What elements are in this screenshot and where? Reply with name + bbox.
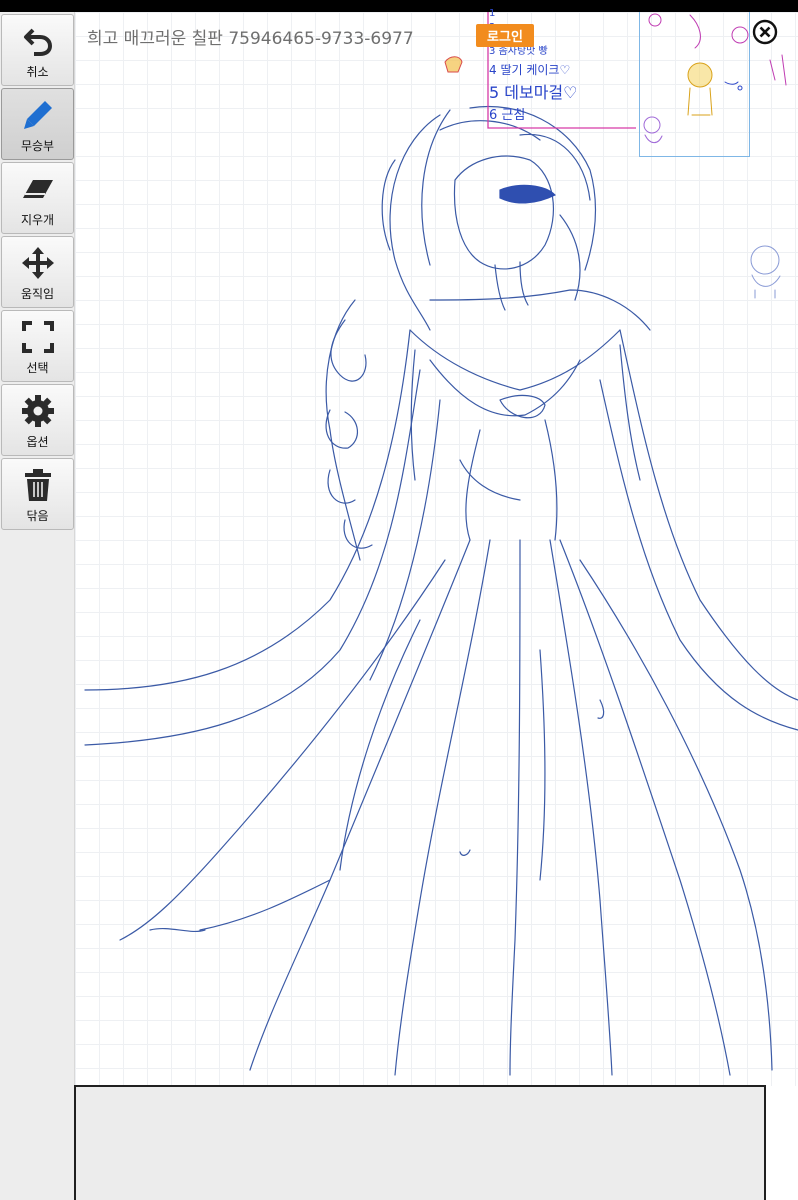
gear-icon <box>19 393 57 429</box>
clear-button[interactable]: 닦음 <box>1 458 74 530</box>
eraser-icon <box>19 171 57 207</box>
pencil-button[interactable]: 무승부 <box>1 88 74 160</box>
status-bar <box>0 0 798 12</box>
note-line: 1 <box>489 8 496 19</box>
tool-sidebar: 취소 무승부 지우개 움직임 선택 옵션 닦음 <box>0 12 75 1200</box>
sketch-drawing <box>84 13 798 1076</box>
note-line: 5 데보마걸♡ <box>489 83 578 102</box>
select-icon <box>19 319 57 355</box>
close-icon <box>752 19 778 45</box>
pencil-icon <box>19 97 57 133</box>
tool-label: 선택 <box>26 361 49 375</box>
tool-label: 지우개 <box>20 213 55 227</box>
eraser-button[interactable]: 지우개 <box>1 162 74 234</box>
move-icon <box>19 245 57 281</box>
bottom-panel <box>74 1085 766 1200</box>
select-button[interactable]: 선택 <box>1 310 74 382</box>
tool-label: 움직임 <box>20 287 55 301</box>
close-button[interactable] <box>752 19 778 45</box>
note-line: 6 근침 <box>489 108 526 123</box>
drawing-canvas[interactable] <box>75 12 798 1086</box>
tool-label: 무승부 <box>20 139 55 153</box>
login-button[interactable]: 로그인 <box>476 24 534 47</box>
move-button[interactable]: 움직임 <box>1 236 74 308</box>
tool-label: 취소 <box>26 65 49 79</box>
trash-icon <box>19 467 57 503</box>
options-button[interactable]: 옵션 <box>1 384 74 456</box>
board-title: 희고 매끄러운 칠판 75946465-9733-6977 <box>87 29 414 49</box>
note-line: 4 딸기 케이크♡ <box>489 63 571 77</box>
tool-label: 옵션 <box>26 435 49 449</box>
undo-icon <box>19 23 57 59</box>
undo-button[interactable]: 취소 <box>1 14 74 86</box>
tool-label: 닦음 <box>26 509 49 523</box>
mini-drawing-frame <box>639 12 750 157</box>
